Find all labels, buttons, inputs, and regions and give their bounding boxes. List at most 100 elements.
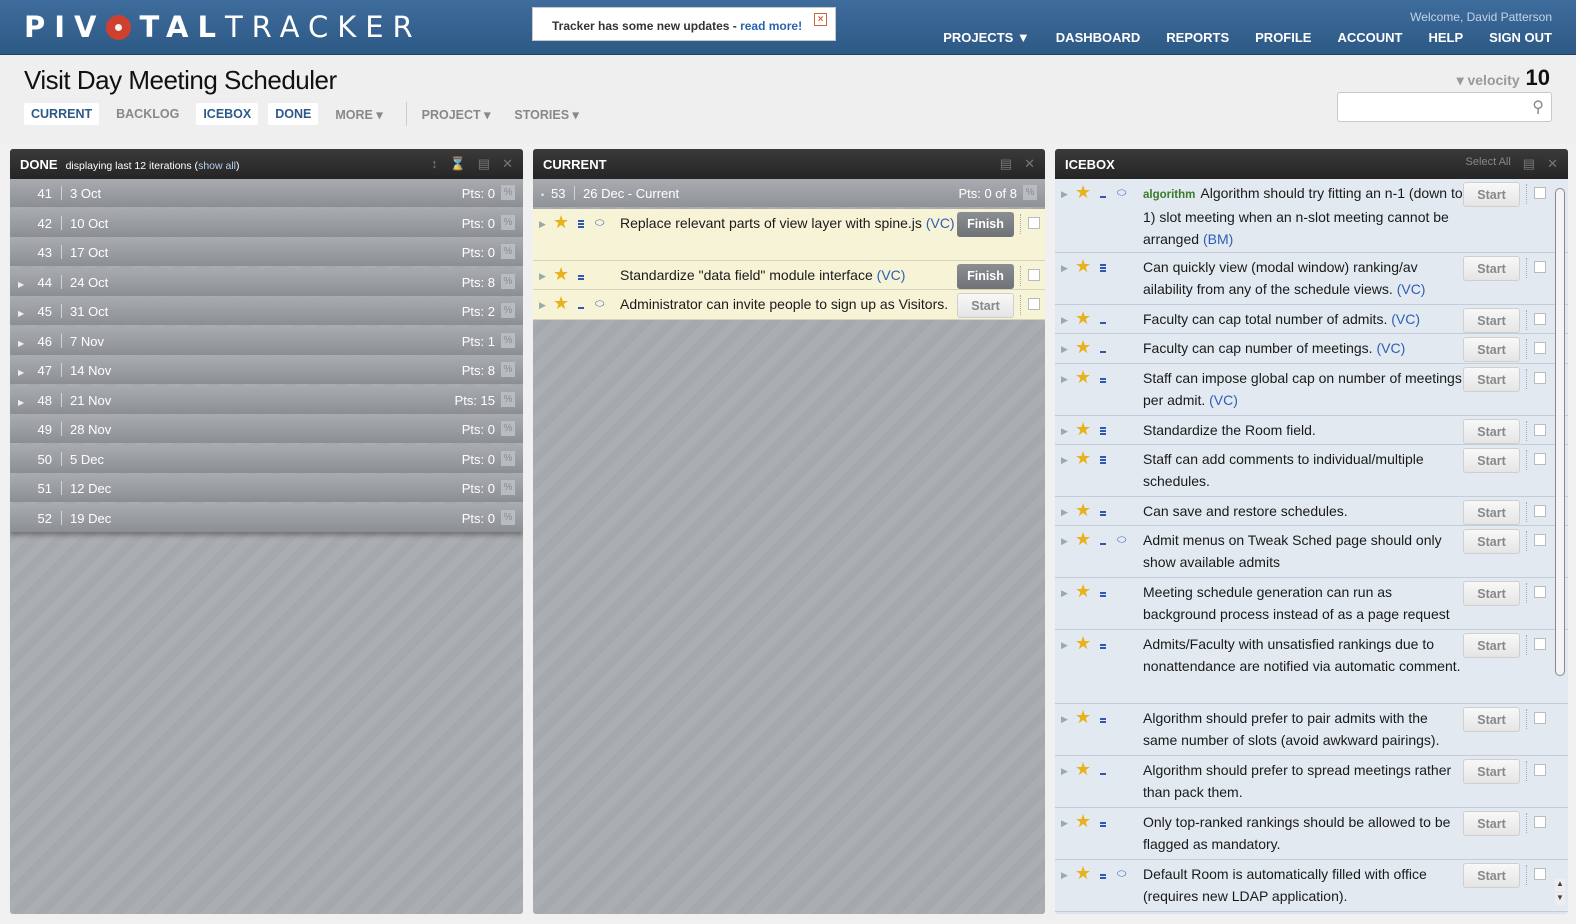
expand-story-icon[interactable]: ▶	[1061, 501, 1068, 523]
expand-story-icon[interactable]: ▶	[1061, 760, 1068, 782]
story-owner[interactable]: (VC)	[1397, 281, 1426, 297]
expand-story-icon[interactable]: ▶	[1061, 368, 1068, 390]
start-button[interactable]: Start	[1463, 337, 1520, 362]
star-icon[interactable]: ★	[1075, 707, 1091, 727]
story-owner[interactable]: (BM)	[1203, 231, 1233, 247]
tab-project-menu[interactable]: PROJECT ▾	[415, 103, 498, 126]
percent-icon[interactable]: %	[501, 391, 515, 407]
show-all-link[interactable]: show all	[198, 160, 236, 172]
select-checkbox[interactable]	[1028, 216, 1040, 229]
hourglass-icon[interactable]: ⌛	[450, 156, 466, 172]
story-row[interactable]: ▶ ★ Standardize "data field" module interf…	[533, 260, 1045, 290]
select-checkbox[interactable]	[1534, 261, 1546, 273]
select-checkbox[interactable]	[1534, 816, 1546, 828]
read-more-link[interactable]: read more!	[740, 19, 802, 33]
drag-handle[interactable]	[1526, 502, 1527, 522]
star-icon[interactable]: ★	[1075, 419, 1091, 439]
select-all-link[interactable]: Select All	[1466, 156, 1511, 172]
nav-reports[interactable]: REPORTS	[1166, 30, 1229, 45]
expand-story-icon[interactable]: ▶	[1061, 864, 1068, 886]
start-button[interactable]: Start	[1463, 759, 1520, 784]
select-checkbox[interactable]	[1534, 372, 1546, 384]
pivotal-tracker-logo[interactable]: PIV TALTRACKER	[24, 10, 422, 44]
start-button[interactable]: Start	[1463, 367, 1520, 392]
nav-account[interactable]: ACCOUNT	[1337, 30, 1402, 45]
expand-arrow-icon[interactable]: ▶	[18, 280, 28, 289]
story-owner[interactable]: (VC)	[877, 267, 906, 283]
drag-handle[interactable]	[1020, 265, 1021, 286]
select-checkbox[interactable]	[1534, 764, 1546, 776]
close-panel-icon[interactable]: ✕	[502, 156, 513, 172]
story-row[interactable]: ▶ ★ Algorithm should prefer to spread meet…	[1055, 756, 1568, 808]
star-icon[interactable]: ★	[553, 212, 569, 232]
story-row[interactable]: ▶ ★ Only top-ranked rankings should be all…	[1055, 808, 1568, 860]
select-checkbox[interactable]	[1534, 187, 1546, 199]
star-icon[interactable]: ★	[1075, 337, 1091, 357]
close-panel-icon[interactable]: ✕	[1024, 156, 1035, 172]
iteration-row[interactable]: ▶ 44 24 Oct Pts: 8%	[10, 267, 523, 296]
comment-icon[interactable]: ⬭	[1117, 182, 1126, 204]
start-button[interactable]: Start	[1463, 500, 1520, 525]
expand-arrow-icon[interactable]: ▶	[18, 398, 28, 407]
start-button[interactable]: Start	[1463, 308, 1520, 333]
nav-profile[interactable]: PROFILE	[1255, 30, 1311, 45]
star-icon[interactable]: ★	[1075, 308, 1091, 328]
comment-icon[interactable]: ⬭	[595, 293, 604, 315]
close-notice-icon[interactable]: ×	[814, 13, 827, 26]
story-row[interactable]: ▶ ★ Faculty can cap number of meetings. (V…	[1055, 334, 1568, 364]
drag-handle[interactable]	[1526, 310, 1527, 330]
iteration-row[interactable]: 50 5 Dec Pts: 0%	[10, 444, 523, 473]
finish-button[interactable]: Finish	[957, 211, 1014, 237]
expand-story-icon[interactable]: ▶	[1061, 257, 1068, 279]
nav-dashboard[interactable]: DASHBOARD	[1056, 30, 1141, 45]
select-checkbox[interactable]	[1028, 297, 1040, 310]
star-icon[interactable]: ★	[1075, 500, 1091, 520]
drag-handle[interactable]	[1526, 258, 1527, 278]
finish-button[interactable]: Finish	[957, 263, 1014, 289]
expand-arrow-icon[interactable]: ▶	[18, 339, 28, 348]
tab-backlog[interactable]: BACKLOG	[109, 103, 186, 125]
tab-icebox[interactable]: ICEBOX	[196, 103, 259, 125]
drag-handle[interactable]	[1526, 865, 1527, 885]
expand-story-icon[interactable]: ▶	[1061, 634, 1068, 656]
star-icon[interactable]: ★	[553, 293, 569, 313]
close-panel-icon[interactable]: ✕	[1547, 156, 1558, 172]
star-icon[interactable]: ★	[1075, 863, 1091, 883]
iteration-row[interactable]: ▶ 46 7 Nov Pts: 1%	[10, 326, 523, 355]
percent-icon[interactable]: %	[501, 332, 515, 348]
tab-done[interactable]: DONE	[268, 103, 319, 125]
start-button[interactable]: Start	[1463, 811, 1520, 836]
nav-sign-out[interactable]: SIGN OUT	[1489, 30, 1552, 45]
story-label[interactable]: algorithm	[1143, 189, 1195, 201]
start-button[interactable]: Start	[1463, 256, 1520, 281]
percent-icon[interactable]: %	[501, 303, 515, 318]
iteration-row[interactable]: 41 3 Oct Pts: 0%	[10, 179, 523, 207]
percent-icon[interactable]: %	[1023, 185, 1037, 200]
tab-more[interactable]: MORE ▾	[328, 103, 389, 126]
start-button[interactable]: Start	[1463, 863, 1520, 888]
icebox-scroll-thumb[interactable]	[1555, 188, 1565, 676]
select-checkbox[interactable]	[1028, 268, 1040, 281]
select-checkbox[interactable]	[1534, 712, 1546, 724]
search-icon[interactable]: ⚲	[1532, 97, 1544, 117]
start-button[interactable]: Start	[1463, 633, 1520, 658]
drag-handle[interactable]	[1526, 709, 1527, 729]
story-row[interactable]: ▶ ★ ⬭ algorithm Algorithm should try fitting…	[1055, 179, 1568, 253]
drag-handle[interactable]	[1526, 531, 1527, 551]
iteration-row[interactable]: ▶ 47 14 Nov Pts: 8%	[10, 356, 523, 384]
start-button[interactable]: Start	[1463, 581, 1520, 606]
iteration-row[interactable]: 51 12 Dec Pts: 0%	[10, 474, 523, 502]
story-row[interactable]: ▶ ★ Algorithm should prefer to pair admits…	[1055, 704, 1568, 756]
drag-handle[interactable]	[1020, 213, 1021, 234]
star-icon[interactable]: ★	[1075, 256, 1091, 276]
percent-icon[interactable]: %	[501, 509, 515, 525]
collapse-panel-icon[interactable]: ▤	[478, 156, 490, 172]
percent-icon[interactable]: %	[501, 185, 515, 200]
story-row[interactable]: ▶ ★ Staff can impose global cap on number …	[1055, 364, 1568, 416]
star-icon[interactable]: ★	[1075, 759, 1091, 779]
story-row[interactable]: ▶ ★ Faculty can cap total number of admits…	[1055, 305, 1568, 334]
drag-handle[interactable]	[1526, 369, 1527, 389]
expand-story-icon[interactable]: ▶	[1061, 420, 1068, 442]
iteration-row[interactable]: 49 28 Nov Pts: 0%	[10, 415, 523, 443]
drag-handle[interactable]	[1526, 339, 1527, 359]
